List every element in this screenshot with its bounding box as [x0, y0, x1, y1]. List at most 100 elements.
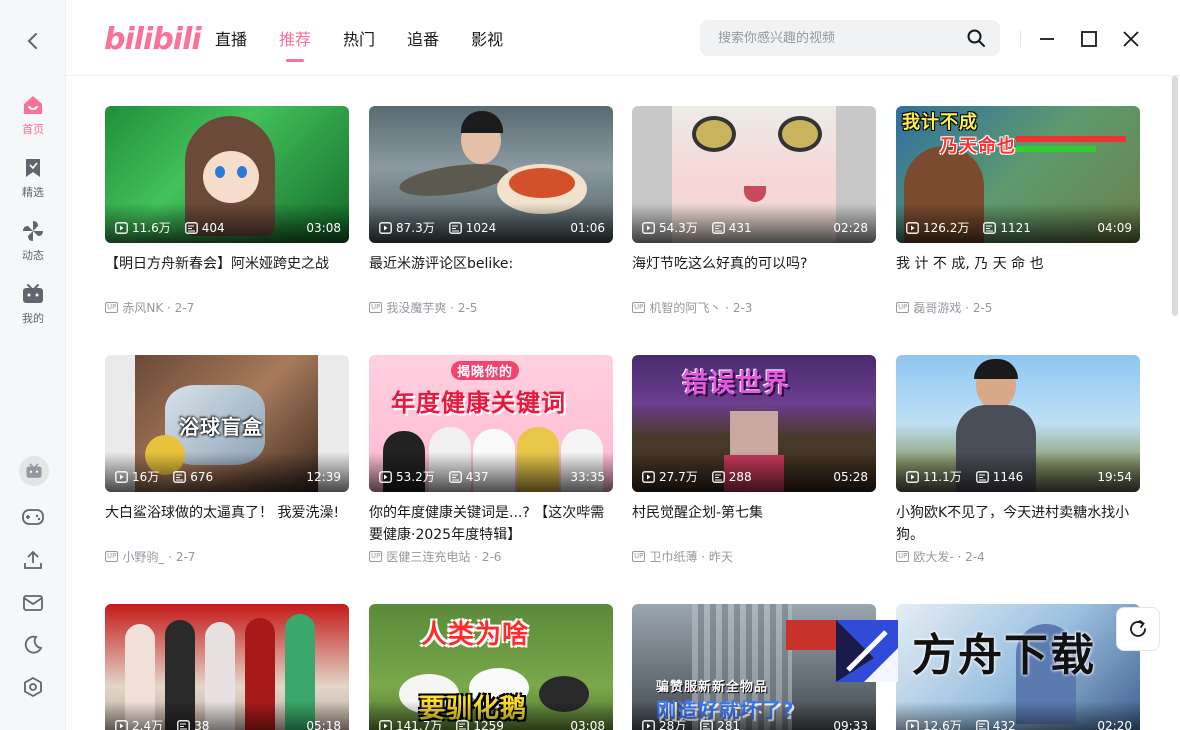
video-stats: 12.6万 432 02:20 — [906, 717, 1132, 730]
close-button[interactable] — [1119, 27, 1143, 51]
video-meta[interactable]: UP 小野驹_ · 2-7 — [105, 548, 349, 565]
video-card[interactable]: 错误世界 27.7万 288 05:28 村民觉醒企划-第七集 UP 卫巾纸薄 ·… — [632, 355, 876, 565]
minimize-button[interactable] — [1035, 27, 1059, 51]
video-stats: 141.7万 1259 03:08 — [379, 717, 605, 730]
video-meta[interactable]: UP 赤风NK · 2-7 — [105, 299, 349, 316]
mail-icon[interactable] — [19, 589, 47, 617]
video-thumbnail[interactable]: 2.4万 38 05:18 — [105, 604, 349, 730]
settings-icon[interactable] — [19, 673, 47, 701]
play-count-icon — [906, 719, 919, 730]
video-title[interactable]: 小狗欧K不见了，今天进村卖糖水找小狗。 — [896, 502, 1140, 546]
video-title[interactable]: 【明日方舟新春会】阿米娅跨史之战 — [105, 253, 349, 297]
video-card[interactable]: 我计不成 乃天命也 126.2万 1121 04:09 我 计 不 成, 乃 天… — [896, 106, 1140, 316]
back-button[interactable] — [20, 28, 46, 54]
thumbnail-caption: 骗赞服新新全物品 — [656, 680, 769, 695]
thumbnail-caption: 人类为啥 — [421, 620, 530, 650]
maximize-button[interactable] — [1077, 27, 1101, 51]
video-meta[interactable]: UP 我没魔芋爽 · 2-5 — [369, 299, 613, 316]
play-count-icon — [642, 221, 655, 234]
thumbnail-caption: 错误世界 — [682, 369, 791, 399]
tab-anime[interactable]: 追番 — [407, 26, 439, 62]
video-title[interactable]: 海灯节吃这么好真的可以吗? — [632, 253, 876, 297]
video-thumbnail[interactable]: 11.6万 404 03:08 — [105, 106, 349, 243]
video-card[interactable]: 人类为啥 要驯化鹅 141.7万 1259 03:08 — [369, 604, 613, 730]
video-card[interactable]: 54.3万 431 02:28 海灯节吃这么好真的可以吗? UP 机智的阿飞丶 ·… — [632, 106, 876, 316]
video-duration: 01:06 — [570, 220, 605, 235]
video-card[interactable]: 揭晓你的 年度健康关键词 53.2万 437 33:35 你的年度健康关键词是.… — [369, 355, 613, 565]
minimize-icon — [1040, 38, 1054, 40]
search-icon[interactable] — [966, 28, 986, 48]
bilibili-logo[interactable]: bilibili — [104, 20, 202, 58]
video-thumbnail[interactable]: 我计不成 乃天命也 126.2万 1121 04:09 — [896, 106, 1140, 243]
scrollbar-thumb[interactable] — [1172, 76, 1178, 316]
upload-date: 2-7 — [175, 549, 196, 564]
watermark-text: 方舟下载 — [912, 630, 1096, 681]
danmaku-icon — [975, 470, 989, 483]
video-meta[interactable]: UP 磊哥游戏 · 2-5 — [896, 299, 1140, 316]
tab-recommend[interactable]: 推荐 — [279, 26, 311, 62]
gamepad-icon[interactable] — [19, 503, 47, 531]
chevron-left-icon — [27, 33, 37, 49]
play-count-icon — [642, 719, 655, 730]
video-card[interactable]: 浴球盲盒 16万 676 12:39 大白鲨浴球做的太逼真了！ 我爱洗澡! UP… — [105, 355, 349, 565]
video-duration: 09:33 — [833, 718, 868, 730]
sidebar-item-label: 首页 — [22, 123, 44, 136]
video-card[interactable]: 11.6万 404 03:08 【明日方舟新春会】阿米娅跨史之战 UP 赤风NK … — [105, 106, 349, 316]
video-thumbnail[interactable]: 错误世界 27.7万 288 05:28 — [632, 355, 876, 492]
video-card[interactable]: 87.3万 1024 01:06 最近米游评论区belike: UP 我没魔芋爽 … — [369, 106, 613, 316]
moon-icon[interactable] — [19, 631, 47, 659]
play-count-icon — [115, 470, 128, 483]
danmaku-icon — [177, 719, 190, 730]
danmaku-icon — [711, 221, 725, 234]
sidebar-item-dynamic[interactable]: 动态 — [0, 218, 66, 276]
uploader-name: 医健三连充电站 — [386, 550, 471, 564]
upload-icon[interactable] — [19, 546, 47, 574]
video-title[interactable]: 你的年度健康关键词是...? 【这次哔需要健康·2025年度特辑】 — [369, 502, 613, 546]
video-card[interactable]: 11.1万 1146 19:54 小狗欧K不见了，今天进村卖糖水找小狗。 UP 欧… — [896, 355, 1140, 565]
video-title[interactable]: 我 计 不 成, 乃 天 命 也 — [896, 253, 1140, 297]
play-count-icon — [906, 470, 919, 483]
video-thumbnail[interactable]: 54.3万 431 02:28 — [632, 106, 876, 243]
play-count-icon — [379, 470, 392, 483]
video-meta[interactable]: UP 机智的阿飞丶 · 2-3 — [632, 299, 876, 316]
avatar[interactable] — [19, 456, 49, 486]
sidebar-item-home[interactable]: 首页 — [0, 92, 66, 150]
video-title[interactable]: 最近米游评论区belike: — [369, 253, 613, 297]
danmaku-icon — [448, 221, 462, 234]
up-badge-icon: UP — [105, 302, 119, 313]
video-card[interactable]: 2.4万 38 05:18 — [105, 604, 349, 730]
up-badge-icon: UP — [369, 302, 383, 313]
video-thumbnail[interactable]: 11.1万 1146 19:54 — [896, 355, 1140, 492]
video-stats: 53.2万 437 33:35 — [379, 468, 605, 485]
tab-hot[interactable]: 热门 — [343, 26, 375, 62]
video-meta[interactable]: UP 医健三连充电站 · 2-6 — [369, 548, 613, 565]
video-meta[interactable]: UP 欧大发- · 2-4 — [896, 548, 1140, 565]
sidebar-item-featured[interactable]: 精选 — [0, 155, 66, 213]
video-stats: 11.6万 404 03:08 — [115, 219, 341, 236]
sidebar-item-mine[interactable]: 我的 — [0, 281, 66, 339]
video-stats: 54.3万 431 02:28 — [642, 219, 868, 236]
danmaku-icon — [983, 221, 997, 234]
uploader-name: 我没魔芋爽 — [386, 301, 447, 315]
video-duration: 05:28 — [833, 469, 868, 484]
video-thumbnail[interactable]: 人类为啥 要驯化鹅 141.7万 1259 03:08 — [369, 604, 613, 730]
video-stats: 27.7万 288 05:28 — [642, 468, 868, 485]
maximize-icon — [1081, 31, 1097, 47]
video-thumbnail[interactable]: 87.3万 1024 01:06 — [369, 106, 613, 243]
watermark: 方舟下载 — [834, 618, 1134, 684]
play-count-icon — [379, 221, 392, 234]
video-title[interactable]: 大白鲨浴球做的太逼真了！ 我爱洗澡! — [105, 502, 349, 546]
search-box — [700, 20, 1000, 56]
video-thumbnail[interactable]: 浴球盲盒 16万 676 12:39 — [105, 355, 349, 492]
video-title[interactable]: 村民觉醒企划-第七集 — [632, 502, 876, 546]
sidebar-item-label: 我的 — [22, 312, 44, 325]
refresh-button[interactable] — [1116, 607, 1160, 651]
danmaku-icon — [448, 470, 462, 483]
search-input[interactable] — [718, 30, 958, 46]
tab-movies[interactable]: 影视 — [471, 26, 503, 62]
sidebar-item-label: 动态 — [22, 249, 44, 262]
video-meta[interactable]: UP 卫巾纸薄 · 昨天 — [632, 548, 876, 565]
video-thumbnail[interactable]: 揭晓你的 年度健康关键词 53.2万 437 33:35 — [369, 355, 613, 492]
tab-live[interactable]: 直播 — [215, 26, 247, 62]
uploader-name: 欧大发- — [913, 550, 954, 564]
